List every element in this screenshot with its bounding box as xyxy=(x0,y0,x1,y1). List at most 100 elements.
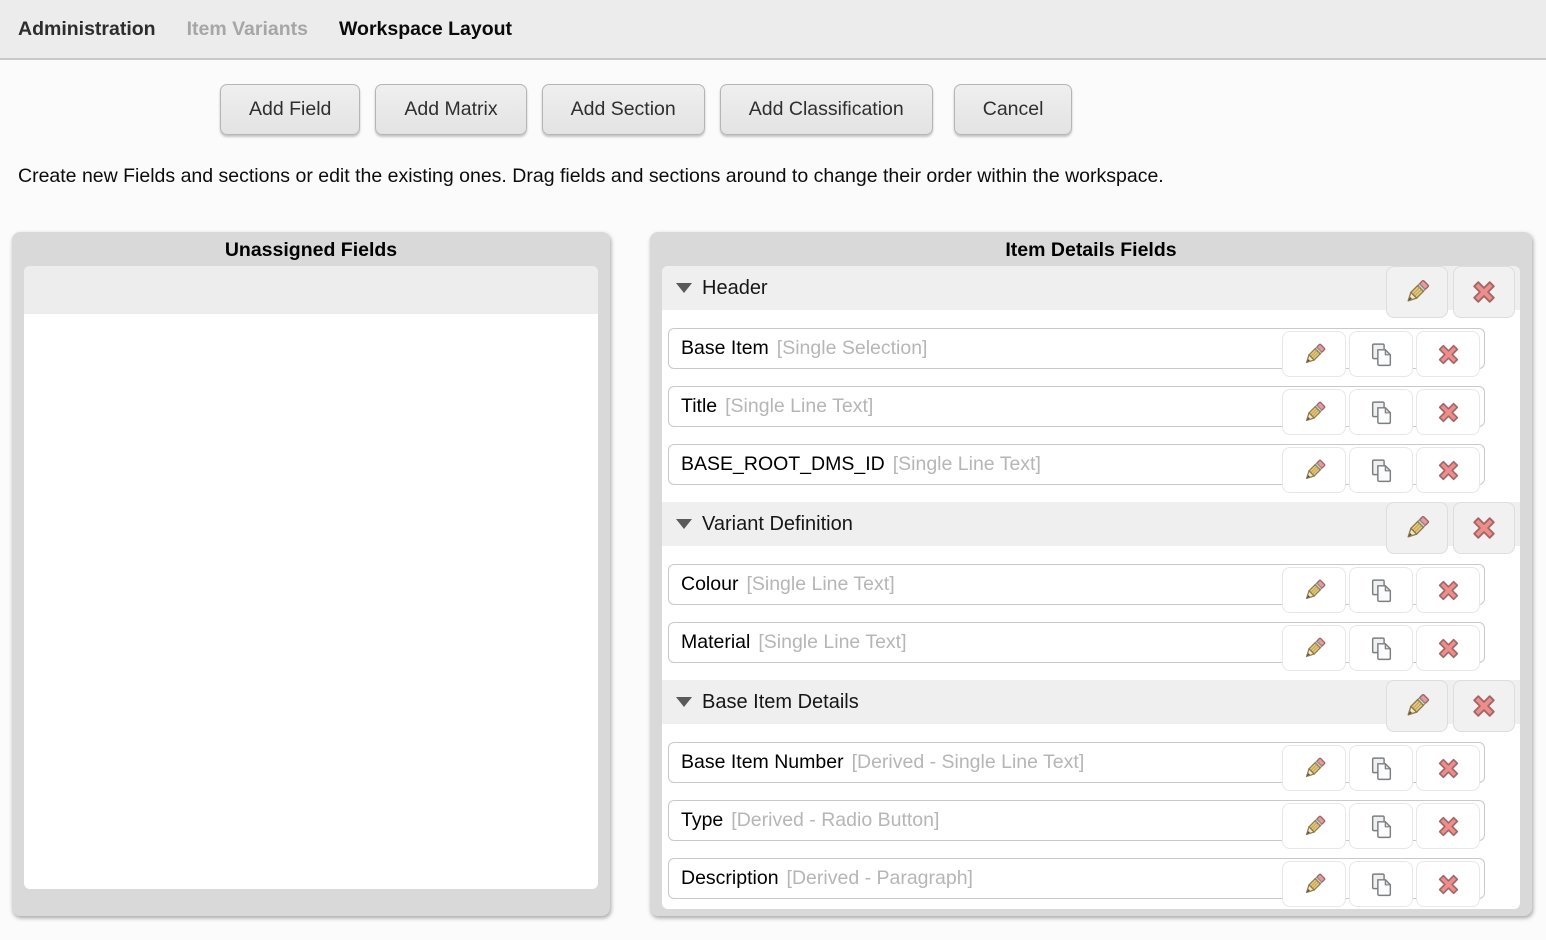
delete-field-button[interactable] xyxy=(1416,861,1480,907)
triangle-down-icon[interactable] xyxy=(676,283,692,293)
field-label: Base Item Number xyxy=(681,751,844,774)
triangle-down-icon[interactable] xyxy=(676,697,692,707)
copy-icon xyxy=(1368,457,1395,484)
section-bar-variant-definition[interactable]: Variant Definition xyxy=(662,502,1520,546)
field-row-colour[interactable]: Colour [Single Line Text] xyxy=(668,564,1485,605)
field-actions xyxy=(1282,567,1480,613)
triangle-down-icon[interactable] xyxy=(676,519,692,529)
pencil-icon xyxy=(1301,457,1328,484)
pencil-icon xyxy=(1402,691,1432,721)
section-variant-definition-group: Variant Definition Colour [Single Line T… xyxy=(662,502,1520,680)
section-bar-base-item-details[interactable]: Base Item Details xyxy=(662,680,1520,724)
copy-field-button[interactable] xyxy=(1349,745,1413,791)
copy-field-button[interactable] xyxy=(1349,331,1413,377)
edit-field-button[interactable] xyxy=(1282,567,1346,613)
field-label: Base Item xyxy=(681,337,769,360)
copy-icon xyxy=(1368,341,1395,368)
field-row-base-root-dms-id[interactable]: BASE_ROOT_DMS_ID [Single Line Text] xyxy=(668,444,1485,485)
unassigned-empty-strip xyxy=(24,266,598,314)
field-actions xyxy=(1282,625,1480,671)
nav-administration[interactable]: Administration xyxy=(18,18,156,41)
edit-section-button[interactable] xyxy=(1386,502,1448,554)
edit-field-button[interactable] xyxy=(1282,861,1346,907)
field-type: [Single Line Text] xyxy=(758,631,906,654)
section-header-group: Header Base Item [Single Selection] xyxy=(662,266,1520,502)
x-icon xyxy=(1435,871,1462,898)
copy-field-button[interactable] xyxy=(1349,567,1413,613)
pencil-icon xyxy=(1301,577,1328,604)
delete-section-button[interactable] xyxy=(1453,266,1515,318)
field-row-base-item[interactable]: Base Item [Single Selection] xyxy=(668,328,1485,369)
delete-field-button[interactable] xyxy=(1416,447,1480,493)
section-rows: Colour [Single Line Text] Material [Sing… xyxy=(662,546,1520,680)
copy-icon xyxy=(1368,755,1395,782)
copy-icon xyxy=(1368,871,1395,898)
edit-section-button[interactable] xyxy=(1386,266,1448,318)
section-title: Base Item Details xyxy=(702,691,859,714)
delete-field-button[interactable] xyxy=(1416,567,1480,613)
delete-field-button[interactable] xyxy=(1416,625,1480,671)
copy-icon xyxy=(1368,635,1395,662)
workspace-layout-page: Administration Item Variants Workspace L… xyxy=(0,0,1546,940)
field-actions xyxy=(1282,331,1480,377)
delete-field-button[interactable] xyxy=(1416,745,1480,791)
field-type: [Derived - Single Line Text] xyxy=(852,751,1085,774)
field-type: [Single Line Text] xyxy=(725,395,873,418)
field-actions xyxy=(1282,389,1480,435)
field-row-material[interactable]: Material [Single Line Text] xyxy=(668,622,1485,663)
x-icon xyxy=(1469,513,1499,543)
add-field-button[interactable]: Add Field xyxy=(220,84,360,135)
copy-field-button[interactable] xyxy=(1349,861,1413,907)
field-type: [Derived - Paragraph] xyxy=(787,867,973,890)
instruction-text: Create new Fields and sections or edit t… xyxy=(18,165,1546,188)
copy-field-button[interactable] xyxy=(1349,803,1413,849)
field-row-type[interactable]: Type [Derived - Radio Button] xyxy=(668,800,1485,841)
field-type: [Single Selection] xyxy=(777,337,928,360)
item-details-panel: Item Details Fields Header Base I xyxy=(650,232,1532,916)
delete-section-button[interactable] xyxy=(1453,680,1515,732)
section-bar-header[interactable]: Header xyxy=(662,266,1520,310)
section-title: Variant Definition xyxy=(702,513,853,536)
copy-icon xyxy=(1368,813,1395,840)
delete-field-button[interactable] xyxy=(1416,803,1480,849)
add-section-button[interactable]: Add Section xyxy=(542,84,705,135)
section-rows: Base Item [Single Selection] Title [Sing… xyxy=(662,310,1520,502)
edit-field-button[interactable] xyxy=(1282,447,1346,493)
pencil-icon xyxy=(1402,513,1432,543)
nav-workspace-layout: Workspace Layout xyxy=(339,18,512,41)
pencil-icon xyxy=(1301,635,1328,662)
field-type: [Derived - Radio Button] xyxy=(731,809,939,832)
copy-icon xyxy=(1368,577,1395,604)
pencil-icon xyxy=(1402,277,1432,307)
toolbar: Add Field Add Matrix Add Section Add Cla… xyxy=(0,60,1546,135)
edit-field-button[interactable] xyxy=(1282,625,1346,671)
copy-field-button[interactable] xyxy=(1349,625,1413,671)
edit-field-button[interactable] xyxy=(1282,331,1346,377)
edit-field-button[interactable] xyxy=(1282,803,1346,849)
copy-field-button[interactable] xyxy=(1349,447,1413,493)
field-type: [Single Line Text] xyxy=(746,573,894,596)
section-actions xyxy=(1386,502,1515,554)
edit-field-button[interactable] xyxy=(1282,745,1346,791)
panels-area: Unassigned Fields Item Details Fields He… xyxy=(0,232,1546,916)
field-label: Material xyxy=(681,631,750,654)
field-label: Type xyxy=(681,809,723,832)
add-classification-button[interactable]: Add Classification xyxy=(720,84,933,135)
x-icon xyxy=(1435,755,1462,782)
cancel-button[interactable]: Cancel xyxy=(954,84,1073,135)
topbar: Administration Item Variants Workspace L… xyxy=(0,0,1546,60)
edit-field-button[interactable] xyxy=(1282,389,1346,435)
x-icon xyxy=(1435,399,1462,426)
nav-item-variants: Item Variants xyxy=(187,18,308,41)
add-matrix-button[interactable]: Add Matrix xyxy=(375,84,526,135)
field-row-description[interactable]: Description [Derived - Paragraph] xyxy=(668,858,1485,899)
delete-field-button[interactable] xyxy=(1416,389,1480,435)
edit-section-button[interactable] xyxy=(1386,680,1448,732)
copy-field-button[interactable] xyxy=(1349,389,1413,435)
item-details-title: Item Details Fields xyxy=(662,232,1520,266)
field-row-base-item-number[interactable]: Base Item Number [Derived - Single Line … xyxy=(668,742,1485,783)
delete-section-button[interactable] xyxy=(1453,502,1515,554)
field-row-title[interactable]: Title [Single Line Text] xyxy=(668,386,1485,427)
delete-field-button[interactable] xyxy=(1416,331,1480,377)
unassigned-fields-droparea[interactable] xyxy=(24,266,598,889)
